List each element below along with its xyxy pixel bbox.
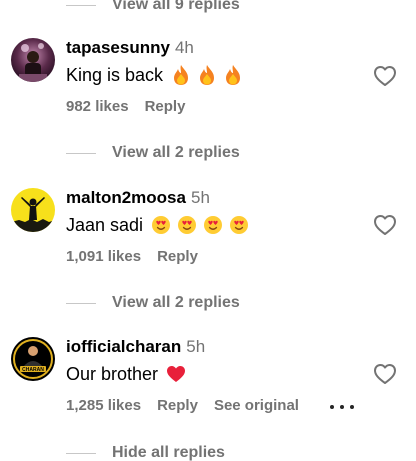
timestamp: 4h bbox=[174, 38, 194, 57]
like-heart-icon[interactable] bbox=[373, 363, 397, 385]
username[interactable]: malton2moosa bbox=[66, 188, 186, 208]
emoji-group bbox=[171, 64, 249, 86]
hide-replies-label: Hide all replies bbox=[112, 444, 225, 461]
divider-line bbox=[66, 152, 96, 154]
divider-line bbox=[66, 452, 96, 454]
more-options-icon[interactable] bbox=[330, 397, 354, 417]
divider-line bbox=[66, 302, 96, 304]
comment-meta: 1,285 likes Reply See original bbox=[66, 395, 315, 415]
view-replies-toggle[interactable]: View all 2 replies bbox=[66, 143, 240, 163]
username[interactable]: iofficialcharan bbox=[66, 337, 181, 357]
comments-list: View all 9 replies tapasesunny 4h King i… bbox=[0, 0, 416, 461]
heart-face-emoji bbox=[177, 215, 197, 235]
username[interactable]: tapasesunny bbox=[66, 38, 170, 58]
comment-text: Our brother bbox=[66, 362, 192, 386]
comment-text: Jaan sadi bbox=[66, 213, 255, 237]
comment-item: CHARAN iofficialcharan 5h Our brother 1,… bbox=[0, 337, 416, 447]
comment-header: malton2moosa 5h bbox=[66, 188, 210, 210]
like-count[interactable]: 1,285 likes bbox=[66, 397, 141, 414]
comment-body: Jaan sadi bbox=[66, 214, 144, 235]
heart-face-emoji bbox=[203, 215, 223, 235]
comment-header: iofficialcharan 5h bbox=[66, 337, 205, 359]
avatar[interactable]: CHARAN bbox=[11, 337, 55, 381]
timestamp: 5h bbox=[190, 188, 210, 207]
fire-emoji bbox=[197, 64, 217, 86]
comment-header: tapasesunny 4h bbox=[66, 38, 194, 60]
heart-face-emoji bbox=[229, 215, 249, 235]
emoji-group bbox=[151, 215, 255, 235]
comment-text: King is back bbox=[66, 63, 249, 87]
view-replies-label: View all 2 replies bbox=[112, 144, 240, 161]
reply-button[interactable]: Reply bbox=[157, 397, 198, 414]
avatar[interactable] bbox=[11, 38, 55, 82]
avatar[interactable] bbox=[11, 188, 55, 232]
comment-item: tapasesunny 4h King is back 982 likes Re… bbox=[0, 38, 416, 148]
view-replies-label: View all 2 replies bbox=[112, 294, 240, 311]
like-count[interactable]: 982 likes bbox=[66, 98, 129, 115]
red-heart-emoji bbox=[166, 365, 186, 383]
comment-body: King is back bbox=[66, 64, 164, 85]
see-original-button[interactable]: See original bbox=[214, 397, 299, 414]
comment-item: malton2moosa 5h Jaan sadi 1,091 likes Re… bbox=[0, 188, 416, 298]
reply-button[interactable]: Reply bbox=[145, 98, 186, 115]
view-replies-toggle[interactable]: View all 2 replies bbox=[66, 293, 240, 313]
like-count[interactable]: 1,091 likes bbox=[66, 248, 141, 265]
view-replies-label: View all 9 replies bbox=[112, 0, 240, 13]
fire-emoji bbox=[223, 64, 243, 86]
reply-button[interactable]: Reply bbox=[157, 248, 198, 265]
comment-meta: 982 likes Reply bbox=[66, 96, 201, 116]
heart-face-emoji bbox=[151, 215, 171, 235]
divider-line bbox=[66, 4, 96, 6]
emoji-group bbox=[166, 365, 192, 383]
view-replies-toggle[interactable]: View all 9 replies bbox=[66, 0, 240, 15]
comment-meta: 1,091 likes Reply bbox=[66, 246, 214, 266]
comment-body: Our brother bbox=[66, 363, 159, 384]
like-heart-icon[interactable] bbox=[373, 65, 397, 87]
hide-replies-toggle[interactable]: Hide all replies bbox=[66, 443, 225, 461]
like-heart-icon[interactable] bbox=[373, 214, 397, 236]
fire-emoji bbox=[171, 64, 191, 86]
timestamp: 5h bbox=[186, 337, 206, 356]
svg-text:CHARAN: CHARAN bbox=[22, 367, 44, 373]
